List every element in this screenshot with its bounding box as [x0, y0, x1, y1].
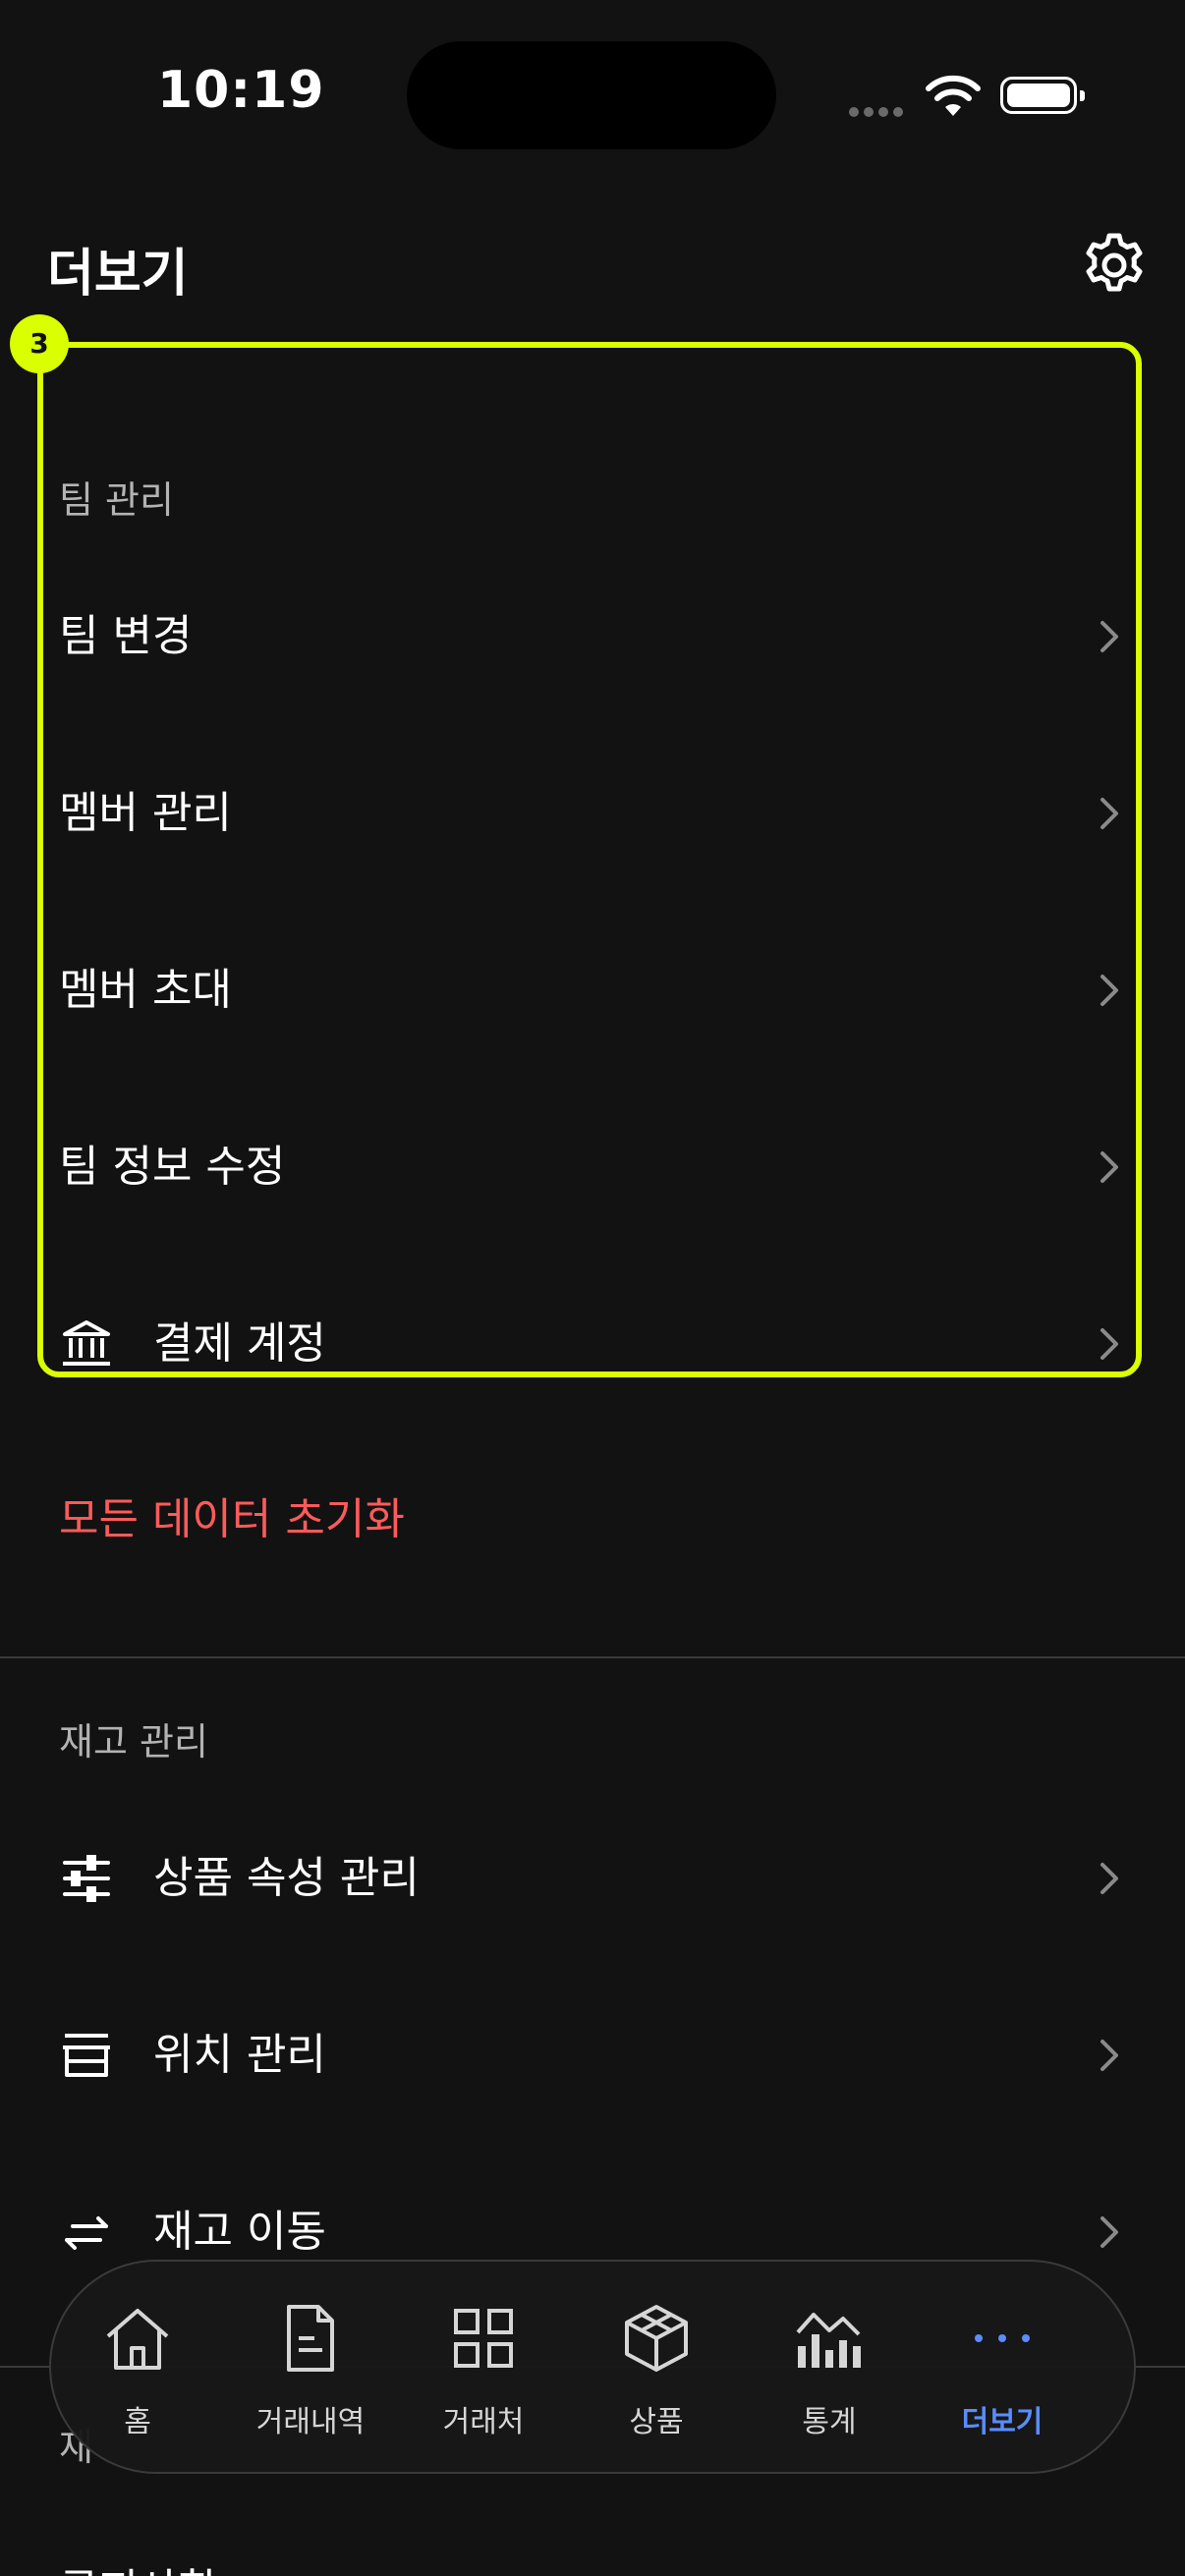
- page-title: 더보기: [47, 245, 189, 304]
- more-screen: 10:19 더보기 3 팀 관리 팀 변경 멤버 관리 멤버 초대 팀 정보 수…: [0, 0, 1185, 2576]
- gear-icon[interactable]: [1079, 230, 1150, 301]
- tab-label: 상품: [629, 2405, 684, 2439]
- row-label: 팀 변경: [59, 611, 193, 661]
- chevron-right-icon: [1100, 1151, 1118, 1183]
- row-label: 상품 속성 관리: [153, 1853, 420, 1903]
- chevron-right-icon: [1100, 798, 1118, 829]
- row-label: 멤버 관리: [59, 788, 232, 838]
- chevron-right-icon: [1100, 2040, 1118, 2071]
- row-invite-member[interactable]: 멤버 초대: [0, 931, 1185, 1049]
- tab-label: 거래내역: [255, 2405, 366, 2439]
- chevron-right-icon: [1100, 1863, 1118, 1894]
- tab-label: 홈: [124, 2405, 151, 2439]
- team-section-title: 팀 관리: [59, 478, 174, 522]
- tab-bar: 홈 거래내역 거래처 상품 통계 더보기: [49, 2260, 1136, 2474]
- tab-transactions[interactable]: 거래내역: [224, 2262, 397, 2476]
- store-icon: [63, 2034, 110, 2077]
- sliders-icon: [63, 1855, 110, 1902]
- chevron-right-icon: [1100, 975, 1118, 1006]
- tab-label: 통계: [802, 2405, 857, 2439]
- cellular-signal-icon: [849, 102, 908, 121]
- tab-more[interactable]: 더보기: [916, 2262, 1089, 2476]
- chart-icon: [796, 2313, 861, 2368]
- row-label: 결제 계정: [153, 1318, 326, 1369]
- tab-home[interactable]: 홈: [51, 2262, 224, 2476]
- tab-label: 더보기: [961, 2405, 1044, 2439]
- grid-icon: [454, 2309, 513, 2368]
- tab-label: 거래처: [442, 2405, 525, 2439]
- row-label: 멤버 초대: [59, 965, 232, 1015]
- row-payment-account[interactable]: 결제 계정: [0, 1285, 1185, 1403]
- transfer-arrows-icon: [65, 2216, 108, 2250]
- battery-icon: [1000, 77, 1085, 114]
- reset-all-data-button[interactable]: 모든 데이터 초기화: [59, 1484, 405, 1546]
- more-dots-icon: [975, 2334, 1030, 2342]
- row-member-management[interactable]: 멤버 관리: [0, 755, 1185, 872]
- row-edit-team-info[interactable]: 팀 정보 수정: [0, 1108, 1185, 1226]
- wifi-icon: [926, 75, 981, 116]
- tab-partners[interactable]: 거래처: [397, 2262, 570, 2476]
- highlight-badge: 3: [10, 314, 69, 373]
- row-change-team[interactable]: 팀 변경: [0, 578, 1185, 696]
- status-time: 10:19: [157, 61, 325, 120]
- chevron-right-icon: [1100, 621, 1118, 652]
- tab-products[interactable]: 상품: [570, 2262, 743, 2476]
- dynamic-island: [407, 41, 776, 149]
- document-icon: [287, 2305, 334, 2372]
- row-label: 팀 정보 수정: [59, 1142, 286, 1192]
- row-label: 위치 관리: [153, 2030, 326, 2080]
- home-icon: [106, 2309, 169, 2370]
- box-icon: [625, 2305, 688, 2372]
- inventory-section-title: 재고 관리: [59, 1720, 208, 1764]
- bank-icon: [63, 1320, 110, 1366]
- row-notice[interactable]: 공지사항: [59, 2554, 218, 2576]
- row-product-attributes[interactable]: 상품 속성 관리: [0, 1820, 1185, 1937]
- chevron-right-icon: [1100, 2216, 1118, 2248]
- section-divider: [0, 1656, 1185, 1658]
- tab-statistics[interactable]: 통계: [743, 2262, 916, 2476]
- chevron-right-icon: [1100, 1328, 1118, 1360]
- row-location-management[interactable]: 위치 관리: [0, 1996, 1185, 2114]
